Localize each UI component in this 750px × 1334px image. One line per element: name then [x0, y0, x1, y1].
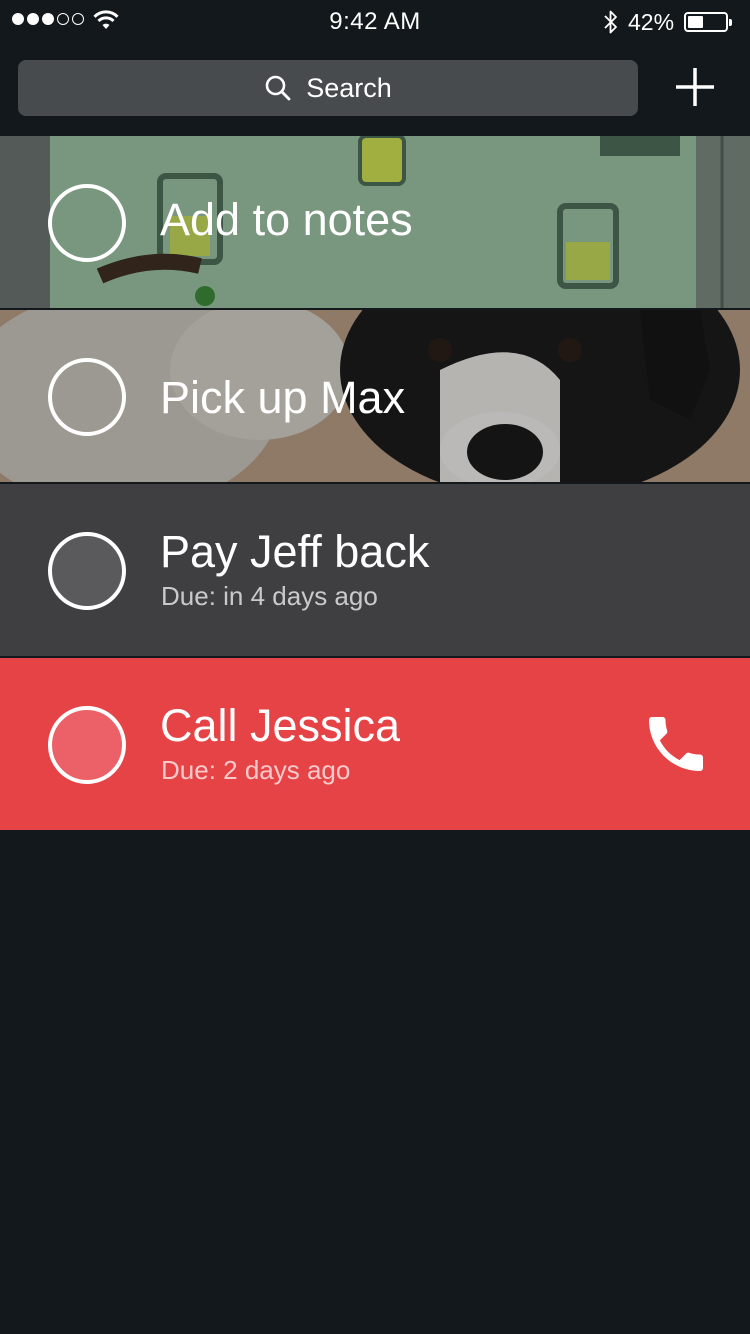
task-title: Pick up Max — [160, 372, 406, 423]
task-checkbox[interactable] — [48, 358, 126, 436]
task-title: Call Jessica — [160, 700, 401, 751]
task-row[interactable]: Pay Jeff back Due: in 4 days ago — [0, 484, 750, 656]
task-due-date: Due: 2 days ago — [161, 755, 351, 785]
task-title: Add to notes — [160, 194, 413, 245]
task-due-date: Due: in 4 days ago — [161, 581, 378, 611]
plus-icon[interactable] — [672, 64, 718, 110]
battery-percent: 42% — [628, 9, 675, 35]
search-label: Search — [306, 72, 392, 103]
task-row[interactable]: Add to notes — [0, 136, 750, 308]
task-row[interactable]: Call Jessica Due: 2 days ago — [0, 658, 750, 830]
battery-level-fill — [688, 16, 704, 28]
search-bar[interactable]: Search — [18, 60, 638, 116]
task-checkbox[interactable] — [48, 184, 126, 262]
search-icon — [265, 75, 291, 101]
bluetooth-icon — [604, 10, 617, 34]
status-bar: 9:42 AM 42% — [0, 0, 750, 44]
task-row[interactable]: Pick up Max — [0, 310, 750, 482]
task-title: Pay Jeff back — [160, 526, 430, 577]
battery-icon — [684, 12, 732, 32]
header-bar: Search — [0, 44, 750, 136]
task-checkbox[interactable] — [48, 532, 126, 610]
task-checkbox[interactable] — [48, 706, 126, 784]
phone-icon[interactable] — [640, 708, 712, 780]
